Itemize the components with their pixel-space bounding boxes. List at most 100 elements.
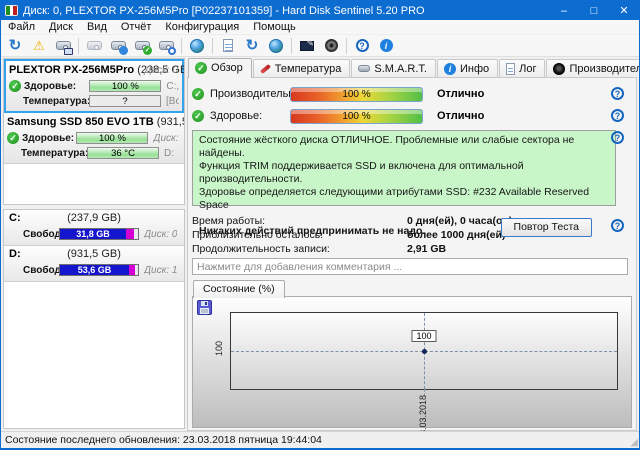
performance-ok-icon: ✓	[192, 88, 204, 100]
temperature-label: Температура:	[21, 147, 89, 159]
disk-size: (931,5 GB)	[156, 116, 185, 128]
partition-list: C: (237,9 GB) Свободно 31,8 GB Диск: 0 D…	[3, 209, 185, 429]
stat-label: Приблизительно осталось:	[192, 229, 324, 241]
chart-data-point	[422, 349, 427, 354]
info-icon: i	[443, 62, 456, 75]
health-ok-icon: ✓	[192, 110, 204, 122]
toolbar-separator	[78, 37, 79, 54]
temperature-bar: 36 °C	[87, 147, 159, 159]
stat-label: Время работы:	[192, 215, 266, 227]
health-label: Здоровье:	[24, 80, 77, 92]
refresh-icon[interactable]: ↻	[3, 36, 27, 56]
disk-number: Диск: 0	[144, 228, 178, 240]
status-line: Функция TRIM поддерживается SSD и включе…	[199, 160, 524, 185]
tab-temperature[interactable]: Температура	[252, 59, 351, 78]
toolbar-separator	[291, 37, 292, 54]
help-icon[interactable]: ?	[350, 36, 374, 56]
edit-monitor-icon[interactable]	[295, 36, 319, 56]
free-label: Свободно	[23, 228, 73, 240]
disk-item-samsung[interactable]: Samsung SSD 850 EVO 1TB (931,5 GB) ✓ Здо…	[4, 113, 184, 164]
minimize-button[interactable]: –	[549, 1, 579, 20]
disk-clock-icon[interactable]	[106, 36, 130, 56]
menu-view[interactable]: Вид	[80, 21, 114, 33]
help-icon[interactable]: ?	[611, 131, 624, 144]
thermometer-icon	[259, 63, 271, 74]
status-line: Здоровье определяется следующими атрибут…	[199, 186, 590, 211]
disk-monitor-icon[interactable]	[51, 36, 75, 56]
tab-info[interactable]: i Инфо	[436, 59, 499, 78]
sync-icon[interactable]: ↻	[240, 36, 264, 56]
help-icon[interactable]: ?	[611, 87, 624, 100]
network-icon[interactable]	[264, 36, 288, 56]
tab-bar: ✓ Обзор Температура S.M.A.R.T. i Инфо Лог …	[187, 58, 639, 78]
temperature-bar: ?	[89, 95, 161, 107]
stat-value: 2,91 GB	[407, 243, 447, 255]
maximize-button[interactable]: □	[579, 1, 609, 20]
chart-y-tick-label: 100	[214, 341, 224, 357]
partition-letters: C:,	[166, 80, 179, 92]
health-bar: 100 %	[290, 108, 423, 124]
toolbar-separator	[212, 37, 213, 54]
help-icon[interactable]: ?	[611, 219, 624, 232]
chart-point-label: 100	[411, 330, 437, 342]
disk-ok-icon[interactable]: ✓	[130, 36, 154, 56]
check-icon: ✓	[195, 62, 207, 74]
app-icon	[5, 5, 18, 16]
toolbar: ↻ ⚠ ✓ ↻ ? i	[1, 35, 639, 57]
health-bar: 100 %	[76, 132, 149, 144]
menu-configuration[interactable]: Конфигурация	[158, 21, 246, 33]
tab-performance[interactable]: Производительность	[546, 59, 639, 78]
temperature-label: Температура:	[23, 95, 91, 107]
tab-log[interactable]: Лог	[499, 59, 546, 78]
disk-item-plextor[interactable]: PLEXTOR PX-256M5Pro (238,5 GB) Диск: 0 ✓…	[4, 59, 184, 113]
partition-item-c[interactable]: C: (237,9 GB) Свободно 31,8 GB Диск: 0	[4, 210, 184, 246]
free-space-value: 31,8 GB	[60, 229, 126, 239]
lifetime-stats: Время работы: 0 дня(ей), 0 часа(ов) Прибл…	[192, 214, 512, 256]
info-icon[interactable]: i	[374, 36, 398, 56]
overview-content: ✓ Производительность: 100 % Отлично ? ✓ …	[187, 77, 637, 440]
health-ok-icon: ✓	[9, 80, 21, 92]
menu-help[interactable]: Помощь	[246, 21, 303, 33]
free-space-bar: 53,6 GB	[59, 264, 139, 276]
status-line: Состояние жёсткого диска ОТЛИЧНОЕ. Пробл…	[199, 134, 575, 159]
toolbar-separator	[346, 37, 347, 54]
chart-tab-status[interactable]: Состояние (%)	[193, 280, 285, 298]
health-status: Отлично	[437, 110, 485, 122]
tab-smart[interactable]: S.M.A.R.T.	[351, 59, 436, 78]
resize-grip[interactable]: ◢	[630, 437, 638, 448]
close-button[interactable]: ✕	[609, 1, 639, 20]
toolbar-separator	[181, 37, 182, 54]
window-title: Диск: 0, PLEXTOR PX-256M5Pro [P022371013…	[23, 4, 425, 17]
disk-number: Диск: 1	[153, 132, 181, 144]
performance-bar: 100 %	[290, 86, 423, 102]
speaker-icon[interactable]	[319, 36, 343, 56]
report-icon[interactable]	[216, 36, 240, 56]
globe-disk-icon[interactable]	[185, 36, 209, 56]
smart-icon	[358, 65, 371, 72]
menu-report[interactable]: Отчёт	[114, 21, 158, 33]
free-space-used-segment	[126, 229, 134, 239]
partition-item-d[interactable]: D: (931,5 GB) Свободно 53,6 GB Диск: 1	[4, 246, 184, 282]
disk-alert-icon[interactable]: ⚠	[27, 36, 51, 56]
menu-disk[interactable]: Диск	[42, 21, 80, 33]
comment-input[interactable]	[192, 258, 628, 275]
save-chart-icon[interactable]	[197, 300, 212, 315]
disk-search-icon[interactable]	[154, 36, 178, 56]
disk-number: Диск: 0	[144, 65, 178, 76]
partition-size: (237,9 GB)	[67, 212, 121, 224]
app-window: Диск: 0, PLEXTOR PX-256M5Pro [P022371013…	[0, 0, 640, 450]
title-bar: Диск: 0, PLEXTOR PX-256M5Pro [P022371013…	[1, 1, 639, 20]
menu-file[interactable]: Файл	[1, 21, 42, 33]
health-bar: 100 %	[89, 80, 162, 92]
log-icon	[506, 62, 516, 75]
help-icon[interactable]: ?	[611, 109, 624, 122]
stat-label: Продолжительность записи:	[192, 243, 330, 255]
status-chart: 100 100 23.03.2018	[192, 296, 632, 440]
free-space-value: 53,6 GB	[60, 265, 129, 275]
free-space-bar: 31,8 GB	[59, 228, 139, 240]
sidebar: PLEXTOR PX-256M5Pro (238,5 GB) Диск: 0 ✓…	[1, 57, 186, 431]
retest-button[interactable]: Повтор Теста	[500, 218, 592, 237]
free-space-used-segment	[129, 265, 135, 275]
detect-disk-icon[interactable]	[82, 36, 106, 56]
tab-overview[interactable]: ✓ Обзор	[188, 58, 252, 78]
